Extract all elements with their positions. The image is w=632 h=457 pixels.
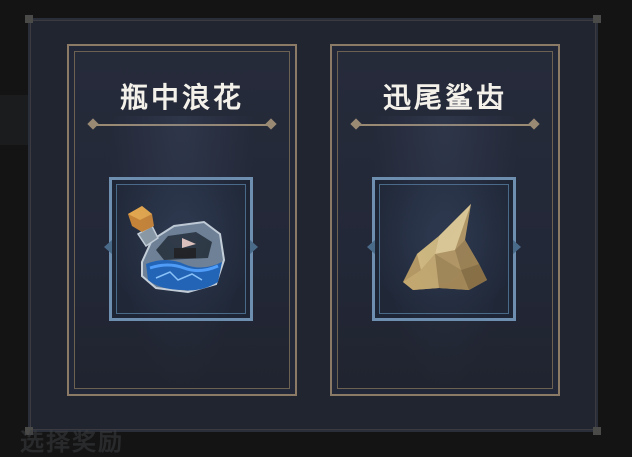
background-strip xyxy=(0,95,30,145)
reward-card-bottle-wave[interactable]: 瓶中浪花 xyxy=(67,44,297,396)
card-title: 迅尾鲨齿 xyxy=(382,81,507,114)
bottle-wave-icon xyxy=(128,206,226,294)
card-divider xyxy=(93,124,271,126)
card-title: 瓶中浪花 xyxy=(119,81,244,114)
shark-tooth-icon xyxy=(403,204,487,290)
item-frame xyxy=(372,177,516,321)
footer-label: 选择奖励 xyxy=(20,428,124,456)
reward-card-shark-tooth[interactable]: 迅尾鲨齿 xyxy=(330,44,560,396)
item-frame xyxy=(109,177,253,321)
panel-corner xyxy=(593,427,601,435)
card-divider xyxy=(356,124,534,126)
